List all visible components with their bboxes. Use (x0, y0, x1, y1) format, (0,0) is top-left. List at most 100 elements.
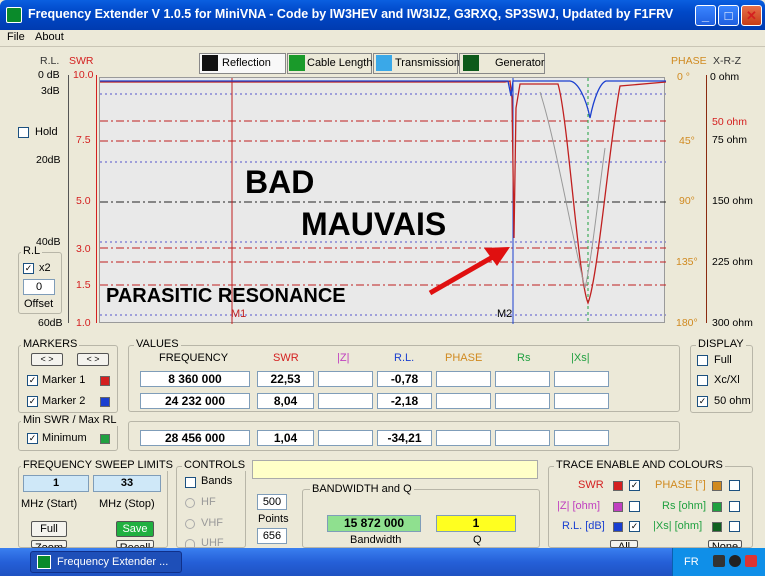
close-button[interactable]: ✕ (741, 5, 762, 26)
xrz-axis-header: X-R-Z (713, 55, 741, 67)
row1-swr: 22,53 (257, 371, 314, 387)
rs-trace-checkbox[interactable] (729, 501, 740, 512)
taskbar-app-label: Frequency Extender ... (57, 556, 169, 568)
tray-network-icon[interactable] (713, 555, 725, 567)
parasitic-resonance-label: PARASITIC RESONANCE (106, 285, 346, 307)
row1-frequency: 8 360 000 (140, 371, 250, 387)
status-field (252, 460, 538, 479)
swr-trace-checkbox[interactable]: ✓ (629, 480, 640, 491)
marker2-checkbox[interactable]: ✓ (27, 396, 38, 407)
none-button[interactable]: None (708, 540, 742, 548)
rl-axis-line (68, 75, 69, 323)
marker2-color-swatch[interactable] (100, 397, 110, 407)
50ohm-label: 50 ohm (714, 395, 751, 407)
markers-title: MARKERS (21, 338, 80, 350)
xs-color-swatch[interactable] (712, 522, 722, 532)
full-button[interactable]: Full (31, 521, 67, 537)
zoom-button[interactable]: Zoom (31, 540, 67, 548)
hf-label: HF (201, 496, 216, 508)
rl-trace-checkbox[interactable]: ✓ (629, 521, 640, 532)
header-frequency: FREQUENCY (159, 352, 229, 364)
save-button[interactable]: Save (116, 521, 154, 537)
marker1-color-swatch[interactable] (100, 376, 110, 386)
swr-tick: 10.0 (73, 69, 94, 81)
maximize-button[interactable]: □ (718, 5, 739, 26)
ohm-tick: 75 ohm (712, 134, 748, 146)
swr-axis-header: SWR (69, 55, 94, 67)
vhf-radio[interactable] (185, 519, 195, 529)
second-input[interactable]: 656 (257, 528, 287, 544)
start-label: MHz (Start) (21, 498, 78, 510)
z-color-swatch[interactable] (613, 502, 623, 512)
rs-color-swatch[interactable] (712, 502, 722, 512)
phase-color-swatch[interactable] (712, 481, 722, 491)
trace-xs-label: |Xs| [ohm] (653, 520, 703, 532)
taskbar-app-button[interactable]: Frequency Extender ... (30, 551, 182, 573)
bands-label: Bands (201, 475, 233, 487)
tab-reflection[interactable]: Reflection (199, 53, 286, 74)
row3-frequency: 28 456 000 (140, 430, 250, 446)
recall-button[interactable]: Recall (116, 540, 154, 548)
xcxl-checkbox[interactable] (697, 375, 708, 386)
bad-label: BAD (245, 164, 315, 200)
row2-rl: -2,18 (377, 393, 432, 409)
marker1-stepper[interactable]: < > (31, 353, 63, 366)
hf-radio[interactable] (185, 498, 195, 508)
full-checkbox[interactable] (697, 355, 708, 366)
50ohm-checkbox[interactable]: ✓ (697, 396, 708, 407)
x2-checkbox[interactable]: ✓ (23, 263, 34, 274)
swr-color-swatch[interactable] (613, 481, 623, 491)
all-button[interactable]: All (610, 540, 638, 548)
minimum-color-swatch[interactable] (100, 434, 110, 444)
generator-icon (463, 55, 479, 71)
hold-checkbox[interactable] (18, 127, 29, 138)
bands-checkbox[interactable] (185, 477, 196, 488)
uhf-radio[interactable] (185, 539, 195, 548)
phase-tick: 180° (676, 317, 698, 329)
display-title: DISPLAY (696, 338, 746, 350)
title-bar: Frequency Extender V 1.0.5 for MiniVNA -… (0, 0, 765, 30)
minimum-checkbox[interactable]: ✓ (27, 433, 38, 444)
minimum-label: Minimum (42, 432, 87, 444)
tab-generator[interactable]: Generator (459, 53, 545, 74)
tray-security-icon[interactable] (745, 555, 757, 567)
tab-cable-length[interactable]: Cable Length (287, 53, 372, 74)
marker2-stepper[interactable]: < > (77, 353, 109, 366)
rl-color-swatch[interactable] (613, 522, 623, 532)
header-rs: Rs (517, 352, 531, 364)
ohm-tick: 0 ohm (710, 71, 740, 83)
rl-trace (100, 80, 666, 119)
row3-z (318, 430, 373, 446)
bandwidth-title: BANDWIDTH and Q (310, 483, 414, 495)
rl-axis-header: R.L. (40, 55, 60, 67)
trace-phase-label: PHASE [°] (655, 479, 706, 491)
start-frequency-input[interactable]: 1 (23, 475, 89, 492)
rl-tick: 0 dB (38, 69, 60, 81)
row3-swr: 1,04 (257, 430, 314, 446)
swr-tick: 5.0 (76, 195, 91, 207)
bandwidth-value: 15 872 000 (327, 515, 421, 532)
points-label: Points (258, 513, 289, 525)
menu-file[interactable]: File (7, 31, 25, 43)
stop-frequency-input[interactable]: 33 (93, 475, 161, 492)
row3-xs (554, 430, 609, 446)
system-tray: FR (672, 548, 765, 576)
tray-speaker-icon[interactable] (729, 555, 741, 567)
marker1-checkbox[interactable]: ✓ (27, 375, 38, 386)
controls-title: CONTROLS (182, 459, 248, 471)
z-trace-checkbox[interactable] (629, 501, 640, 512)
language-indicator[interactable]: FR (684, 556, 699, 568)
taskbar: Frequency Extender ... FR (0, 548, 765, 576)
offset-input[interactable]: 0 (23, 279, 55, 295)
marker2-label: M2 (497, 308, 513, 320)
xs-trace-checkbox[interactable] (729, 521, 740, 532)
rl-tick: 3dB (41, 85, 60, 97)
phase-axis-header: PHASE (671, 55, 707, 67)
tab-transmission[interactable]: Transmission (373, 53, 460, 74)
minimize-button[interactable]: _ (695, 5, 716, 26)
header-xs: |Xs| (571, 352, 590, 364)
phase-trace-checkbox[interactable] (729, 480, 740, 491)
points-input[interactable]: 500 (257, 494, 287, 510)
q-value: 1 (436, 515, 516, 532)
menu-about[interactable]: About (35, 31, 64, 43)
